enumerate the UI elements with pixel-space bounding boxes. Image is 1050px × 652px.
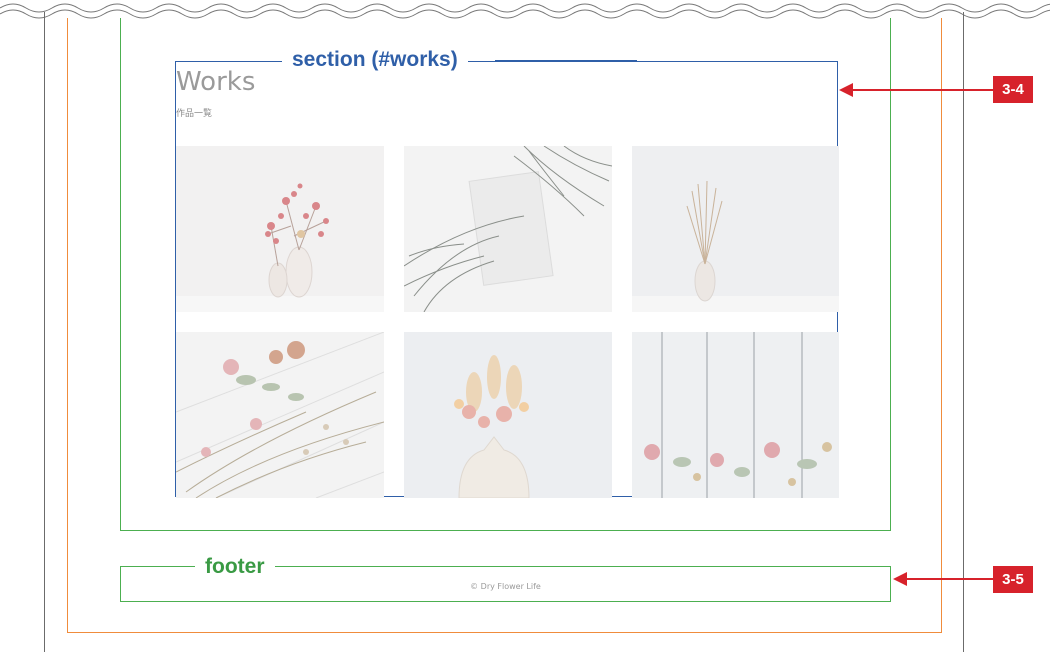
works-section: Works 作品一覧 (175, 61, 839, 498)
page-right-guide (963, 12, 964, 652)
section-label-rule (495, 60, 637, 62)
work-photo-4 (176, 332, 384, 498)
work-photo-2 (404, 146, 612, 312)
works-title: Works (176, 67, 256, 97)
work-photo-5 (404, 332, 612, 498)
section-label: section (#works) (282, 49, 468, 70)
callout-badge-footer: 3-5 (993, 566, 1033, 593)
work-photo-1 (176, 146, 384, 312)
work-photo-3 (632, 146, 839, 312)
callout-line-footer (905, 578, 995, 580)
page-left-guide (44, 12, 45, 652)
callout-line-section (850, 89, 995, 91)
footer-label: footer (195, 556, 275, 577)
work-photo-6 (632, 332, 839, 498)
works-subtitle: 作品一覧 (176, 109, 213, 119)
footer-copyright: © Dry Flower Life (470, 582, 541, 591)
callout-badge-section: 3-4 (993, 76, 1033, 103)
